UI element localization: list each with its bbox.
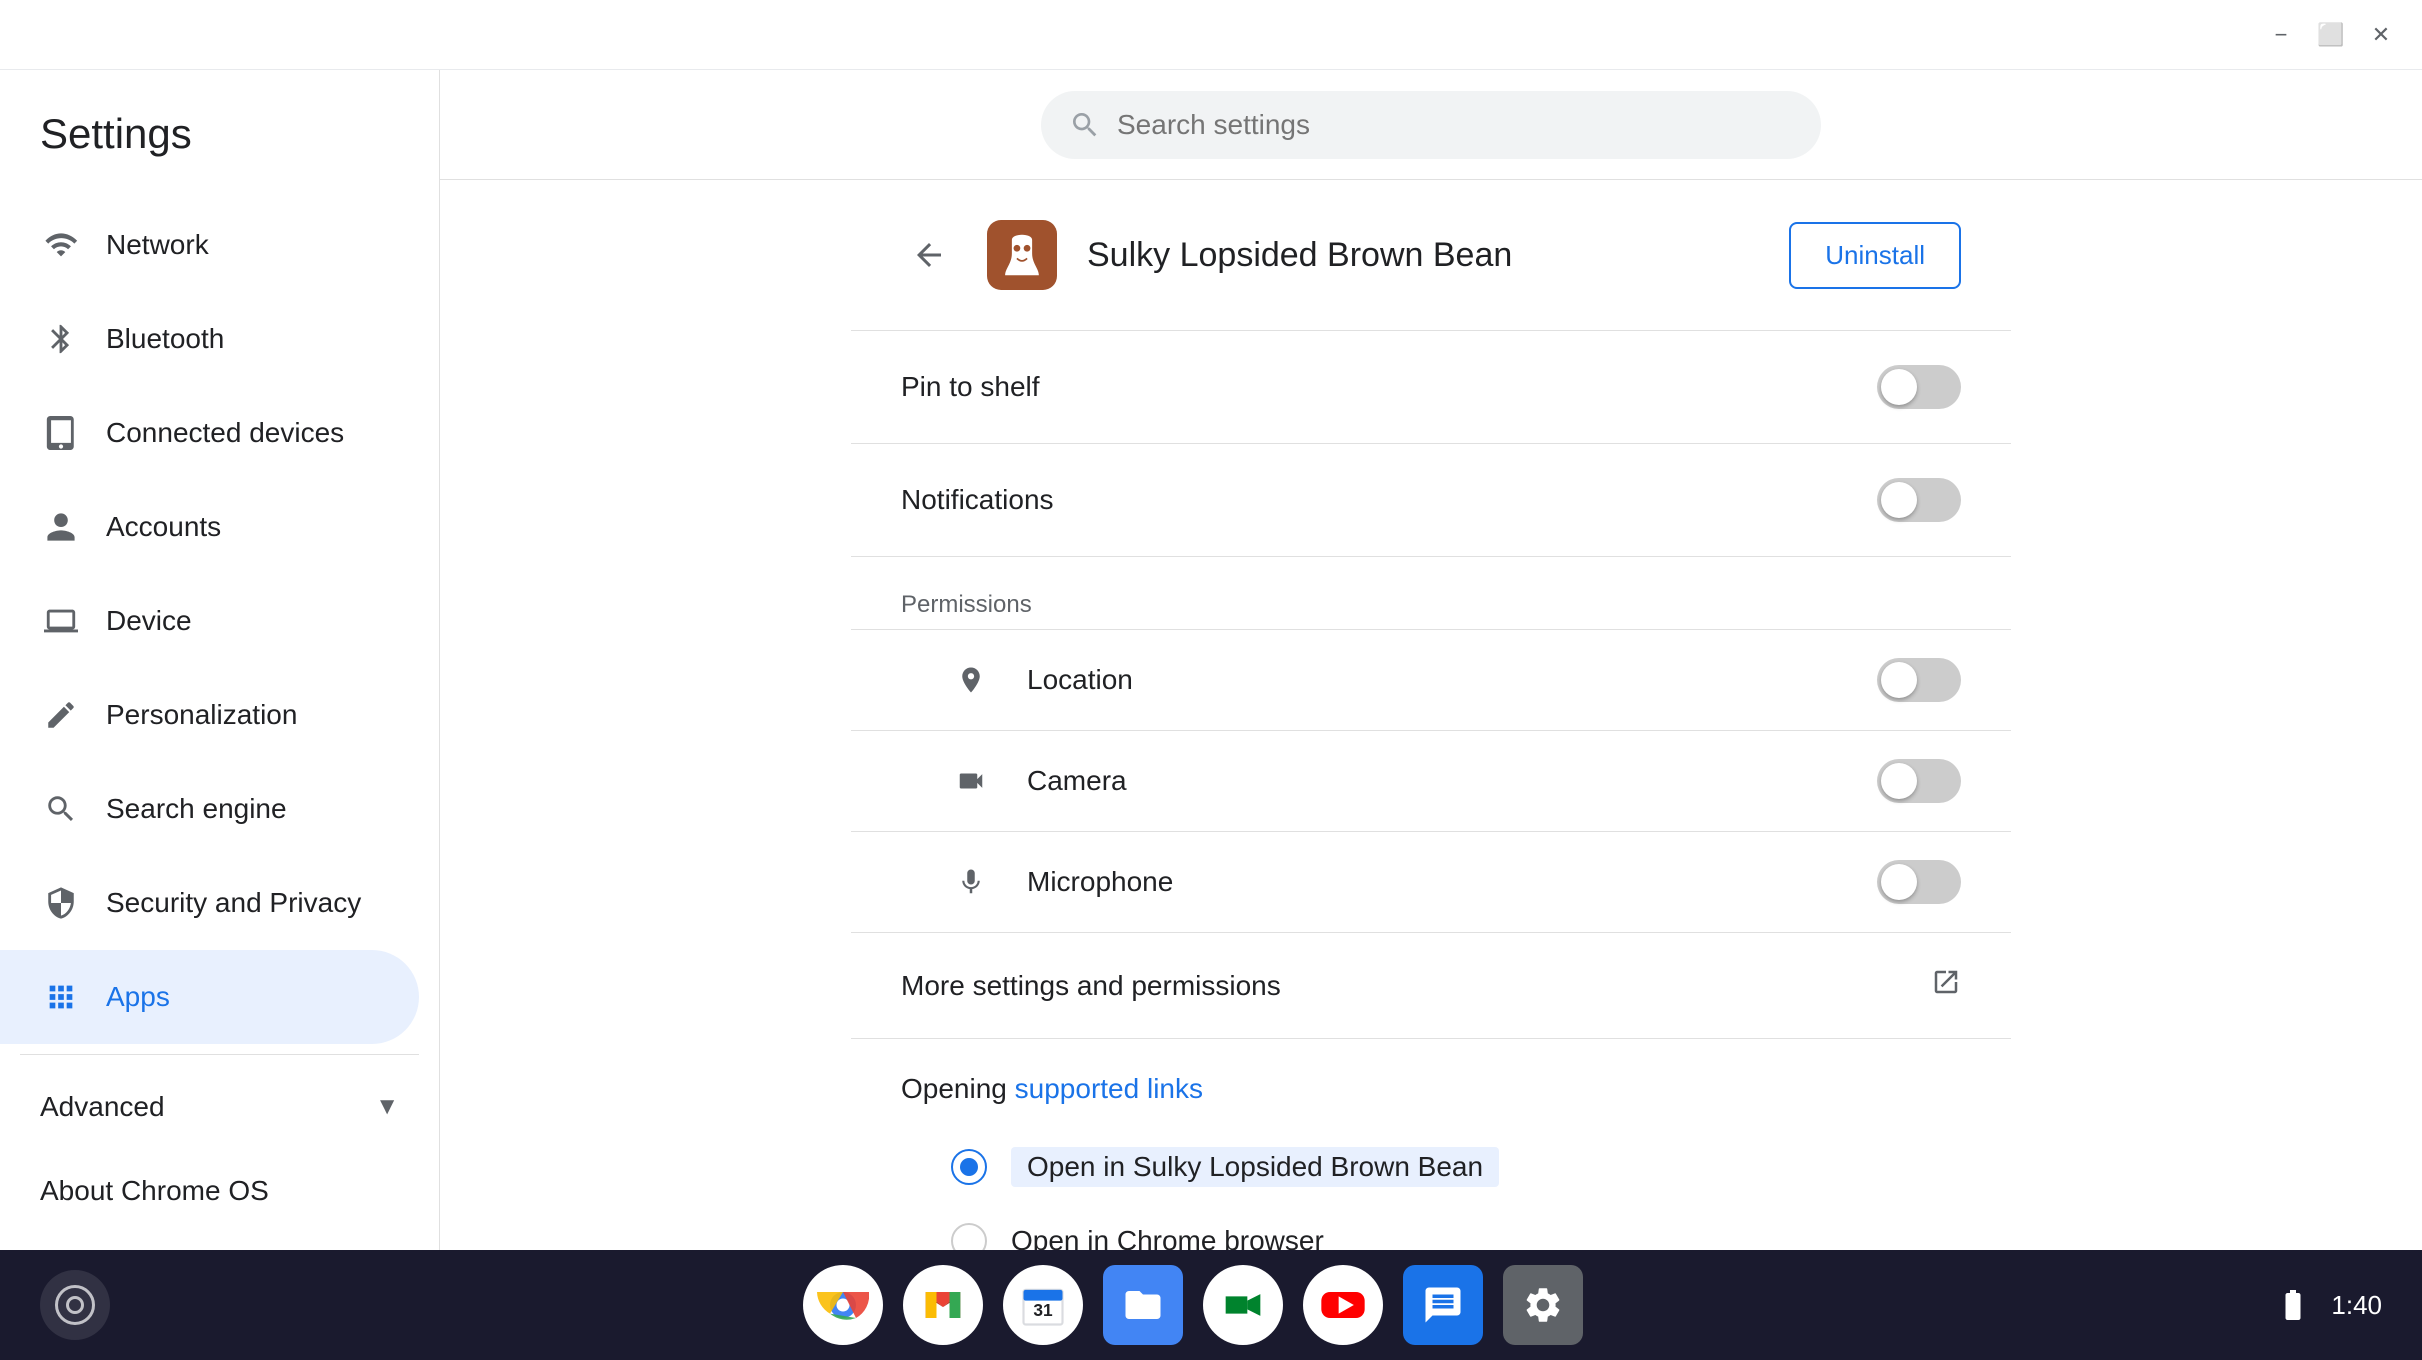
tablet-icon [40,412,82,454]
external-link-icon [1931,967,1961,1004]
search-input[interactable] [1117,109,1793,141]
sidebar-item-device[interactable]: Device [0,574,419,668]
minimize-button[interactable]: − [2260,14,2302,56]
battery-icon [2275,1287,2311,1323]
microphone-label: Microphone [1027,866,1853,898]
sidebar-security-label: Security and Privacy [106,887,361,919]
sidebar-item-search-engine[interactable]: Search engine [0,762,419,856]
advanced-label: Advanced [40,1091,165,1123]
sidebar-device-label: Device [106,605,192,637]
location-toggle[interactable] [1877,658,1961,702]
launcher-button[interactable] [40,1270,110,1340]
top-bar [440,70,2422,180]
more-settings-label: More settings and permissions [901,970,1931,1002]
window-controls: − ⬜ ✕ [2260,14,2402,56]
sidebar-item-security-privacy[interactable]: Security and Privacy [0,856,419,950]
about-chromeos-label: About Chrome OS [40,1175,269,1207]
taskbar-gmail[interactable] [903,1265,983,1345]
search-bar-icon [1069,109,1101,141]
sidebar-item-bluetooth[interactable]: Bluetooth [0,292,419,386]
sidebar-network-label: Network [106,229,209,261]
pin-to-shelf-label: Pin to shelf [901,371,1877,403]
sidebar-item-advanced[interactable]: Advanced ▼ [0,1065,439,1149]
content-wrapper: Sulky Lopsided Brown Bean Uninstall Pin … [440,70,2422,1250]
taskbar-meet[interactable] [1203,1265,1283,1345]
sidebar-item-accounts[interactable]: Accounts [0,480,419,574]
opening-supported-links-section: Opening supported links Open in Sulky Lo… [851,1039,2011,1250]
sidebar-item-personalization[interactable]: Personalization [0,668,419,762]
taskbar-chrome[interactable] [803,1265,883,1345]
notifications-toggle[interactable] [1877,478,1961,522]
back-button[interactable] [901,227,957,283]
location-label: Location [1027,664,1853,696]
open-in-app-label: Open in Sulky Lopsided Brown Bean [1011,1147,1499,1187]
bluetooth-icon [40,318,82,360]
shield-icon [40,882,82,924]
main-content: Sulky Lopsided Brown Bean Uninstall Pin … [440,180,2422,1250]
open-in-app-option[interactable]: Open in Sulky Lopsided Brown Bean [901,1129,1961,1205]
sidebar-bluetooth-label: Bluetooth [106,323,224,355]
pin-to-shelf-toggle[interactable] [1877,365,1961,409]
more-settings-row[interactable]: More settings and permissions [851,933,2011,1039]
sidebar-item-about-chromeos[interactable]: About Chrome OS [0,1149,419,1233]
camera-permission-row: Camera [851,731,2011,832]
location-permission-row: Location [851,630,2011,731]
open-in-chrome-option[interactable]: Open in Chrome browser [901,1205,1961,1250]
sidebar-item-apps[interactable]: Apps [0,950,419,1044]
search-bar-container [1041,91,1821,159]
opening-text: Opening supported links [901,1073,1961,1105]
microphone-permission-row: Microphone [851,832,2011,933]
sidebar-accounts-label: Accounts [106,511,221,543]
sidebar-personalization-label: Personalization [106,699,297,731]
clock-display: 1:40 [2331,1290,2382,1321]
supported-links-link[interactable]: supported links [1015,1073,1203,1104]
app-header: Sulky Lopsided Brown Bean Uninstall [851,180,2011,331]
uninstall-button[interactable]: Uninstall [1789,222,1961,289]
sidebar-item-network[interactable]: Network [0,198,419,292]
taskbar-messages[interactable] [1403,1265,1483,1345]
sidebar-item-connected-devices[interactable]: Connected devices [0,386,419,480]
pin-to-shelf-row: Pin to shelf [851,331,2011,444]
settings-title: Settings [0,100,439,198]
wifi-icon [40,224,82,266]
taskbar-right: 1:40 [2275,1287,2382,1323]
location-icon [951,660,991,700]
svg-text:31: 31 [1033,1300,1053,1320]
open-in-chrome-radio[interactable] [951,1223,987,1250]
taskbar-youtube[interactable] [1303,1265,1383,1345]
taskbar-settings[interactable] [1503,1265,1583,1345]
taskbar: 31 1:40 [0,1250,2422,1360]
opening-label: Opening [901,1073,1007,1104]
laptop-icon [40,600,82,642]
taskbar-calendar[interactable]: 31 [1003,1265,1083,1345]
grid-icon [40,976,82,1018]
app-icon [987,220,1057,290]
person-icon [40,506,82,548]
taskbar-files[interactable] [1103,1265,1183,1345]
camera-label: Camera [1027,765,1853,797]
notifications-label: Notifications [901,484,1877,516]
app-detail-panel: Sulky Lopsided Brown Bean Uninstall Pin … [851,180,2011,1250]
open-in-app-radio[interactable] [951,1149,987,1185]
sidebar-search-engine-label: Search engine [106,793,287,825]
chevron-down-icon: ▼ [375,1093,399,1121]
app-name: Sulky Lopsided Brown Bean [1087,236,1759,275]
notifications-row: Notifications [851,444,2011,557]
microphone-toggle[interactable] [1877,860,1961,904]
sidebar-connected-devices-label: Connected devices [106,417,344,449]
sidebar: Settings Network Bluetooth Connected dev… [0,70,440,1250]
search-icon [40,788,82,830]
camera-icon [951,761,991,801]
maximize-button[interactable]: ⬜ [2310,14,2352,56]
camera-toggle[interactable] [1877,759,1961,803]
pen-icon [40,694,82,736]
close-button[interactable]: ✕ [2360,14,2402,56]
microphone-icon [951,862,991,902]
taskbar-apps: 31 [110,1265,2275,1345]
permissions-header: Permissions [851,557,2011,630]
open-in-chrome-label: Open in Chrome browser [1011,1225,1324,1250]
sidebar-apps-label: Apps [106,981,170,1013]
